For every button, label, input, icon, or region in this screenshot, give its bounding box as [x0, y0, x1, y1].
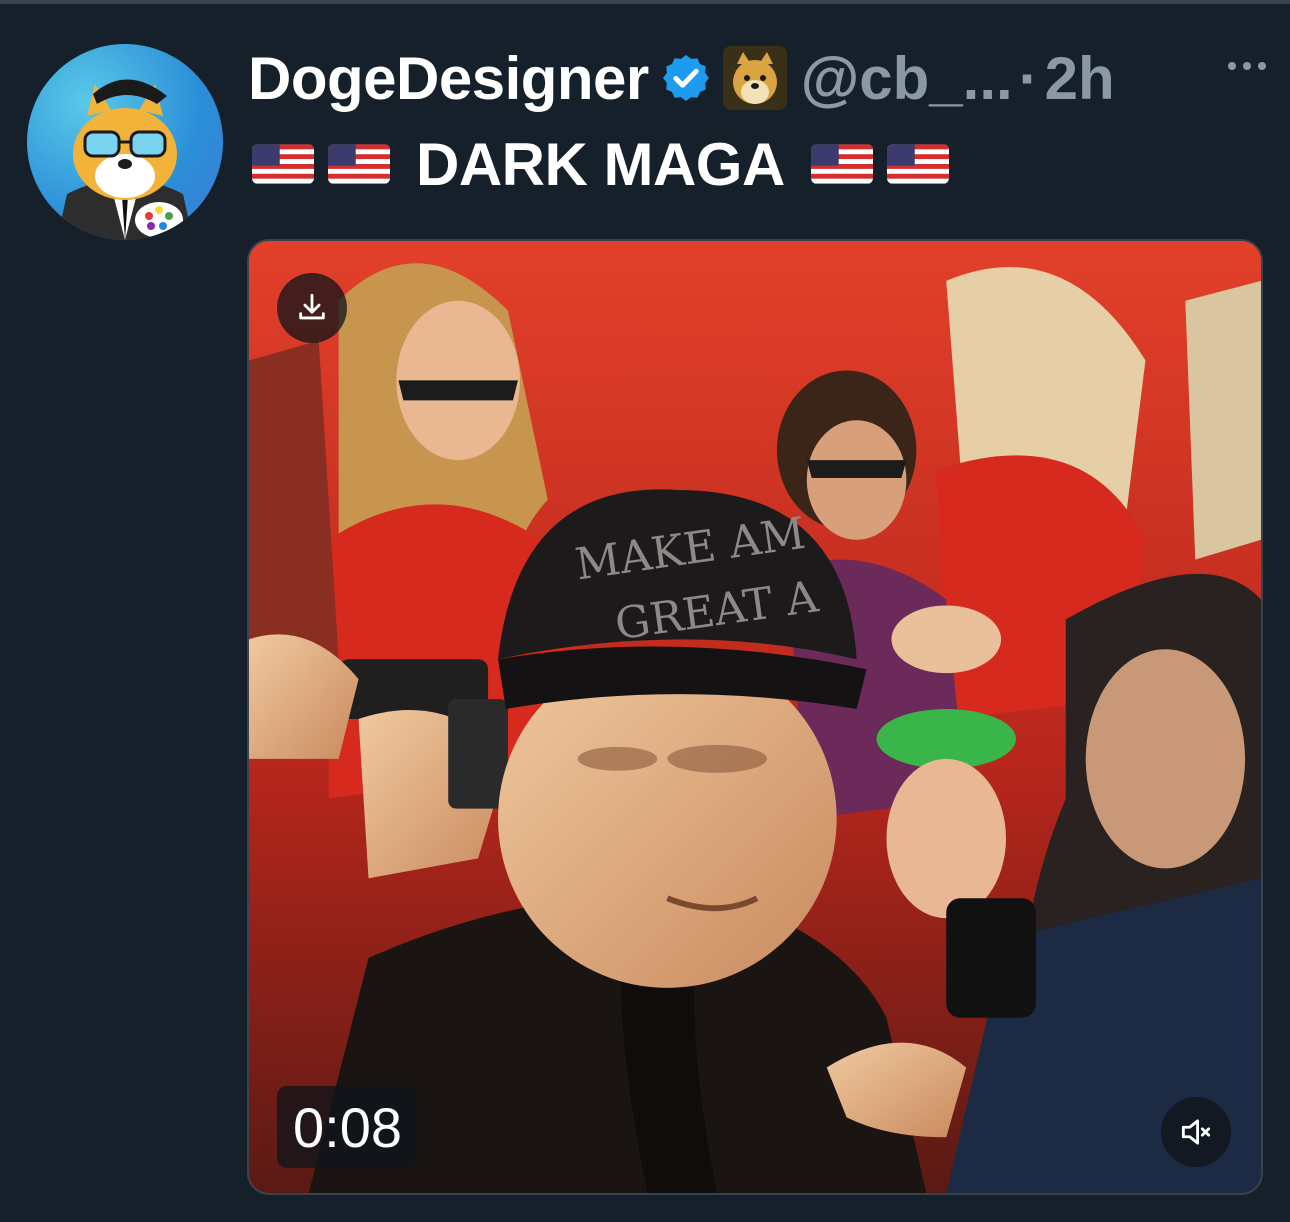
author-handle[interactable]: @cb_... [801, 44, 1013, 113]
post-time[interactable]: 2h [1045, 44, 1115, 113]
author-name[interactable]: DogeDesigner [248, 44, 649, 113]
download-icon [299, 293, 325, 320]
tweet-header: DogeDesigner @cb_... · 2h [248, 38, 1278, 118]
video-player[interactable]: MAKE AM GREAT A 0:08 [247, 239, 1263, 1195]
doge-affiliate-icon[interactable] [722, 46, 787, 110]
download-button[interactable] [277, 273, 347, 343]
tweet-text: DARK MAGA [252, 128, 1252, 200]
us-flag-icon [810, 144, 873, 184]
mute-button[interactable] [1161, 1097, 1231, 1167]
us-flag-icon [252, 144, 314, 184]
speaker-muted-icon [1181, 1119, 1211, 1145]
video-duration: 0:08 [277, 1086, 418, 1168]
video-frame: MAKE AM GREAT A [249, 241, 1261, 1193]
tweet-body: DARK MAGA [416, 130, 785, 198]
more-options-icon[interactable] [1228, 62, 1266, 70]
divider [0, 0, 1290, 4]
separator-dot: · [1018, 44, 1039, 112]
avatar[interactable] [27, 44, 223, 240]
doge-avatar-illustration [57, 79, 193, 240]
verified-badge-icon[interactable] [659, 51, 713, 105]
us-flag-icon [886, 144, 949, 184]
us-flag-icon [328, 144, 390, 184]
